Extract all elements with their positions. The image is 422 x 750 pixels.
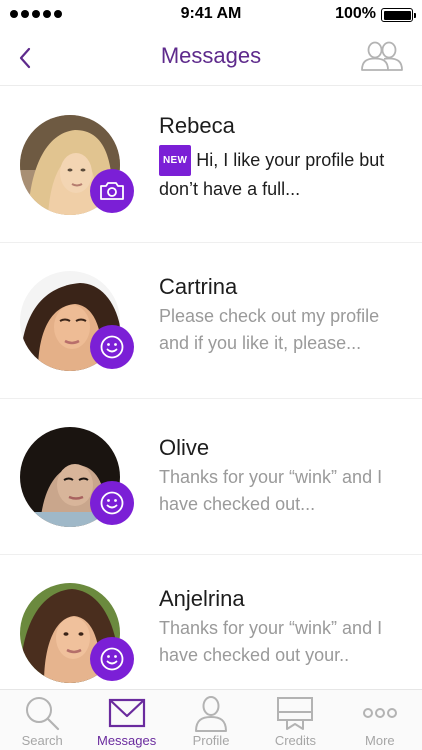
tab-messages[interactable]: Messages [84,690,168,750]
credits-icon [277,697,314,730]
battery-percent: 100% [335,5,376,22]
two-people-icon [361,41,403,71]
smiley-icon [100,647,124,671]
more-icon [362,708,397,718]
contact-name: Rebeca [159,113,235,138]
message-preview: Please check out my profile and if you l… [159,306,380,353]
tab-more[interactable]: More [338,690,422,750]
tab-label: More [365,733,395,748]
nav-bar: Messages [0,30,422,86]
tab-label: Credits [274,733,317,748]
status-bar: 9:41 AM 100% [0,0,422,30]
message-row-anjelrina[interactable]: Anjelrina Thanks for your “wink” and I h… [0,555,422,689]
person-icon [195,696,228,732]
contacts-button[interactable] [360,40,404,72]
search-icon [26,697,60,731]
contact-name: Anjelrina [159,586,245,611]
message-preview-text: Hi, I like your profile but don’t have a… [159,150,385,199]
message-row-olive[interactable]: Olive Thanks for your “wink” and I have … [0,399,422,555]
tab-profile[interactable]: Profile [169,690,253,750]
envelope-icon [108,698,145,728]
badge-smiley [90,637,134,681]
tab-search[interactable]: Search [0,690,84,750]
message-preview: Thanks for your “wink” and I have checke… [159,618,383,665]
message-row-rebeca[interactable]: Rebeca NEW Hi, I like your profile but do… [0,87,422,243]
tab-label: Search [21,733,63,748]
contact-name: Cartrina [159,274,238,299]
tab-label: Profile [192,733,230,748]
tab-label: Messages [96,733,157,748]
camera-icon [100,182,124,200]
message-row-cartrina[interactable]: Cartrina Please check out my profile and… [0,243,422,399]
badge-smiley [90,481,134,525]
new-badge: NEW [159,145,192,176]
tab-credits[interactable]: Credits [253,690,337,750]
page-title: Messages [160,43,262,68]
contact-name: Olive [159,435,210,460]
smiley-icon [100,335,124,359]
message-preview: Thanks for your “wink” and I have checke… [159,467,383,514]
badge-smiley [90,325,134,369]
tab-bar: Search Messages Profile Credits More [0,689,422,750]
battery-icon [381,8,416,22]
message-preview: NEW Hi, I like your profile but don’t hav… [159,145,409,203]
badge-camera [90,169,134,213]
message-list: Rebeca NEW Hi, I like your profile but do… [0,87,422,689]
smiley-icon [100,491,124,515]
